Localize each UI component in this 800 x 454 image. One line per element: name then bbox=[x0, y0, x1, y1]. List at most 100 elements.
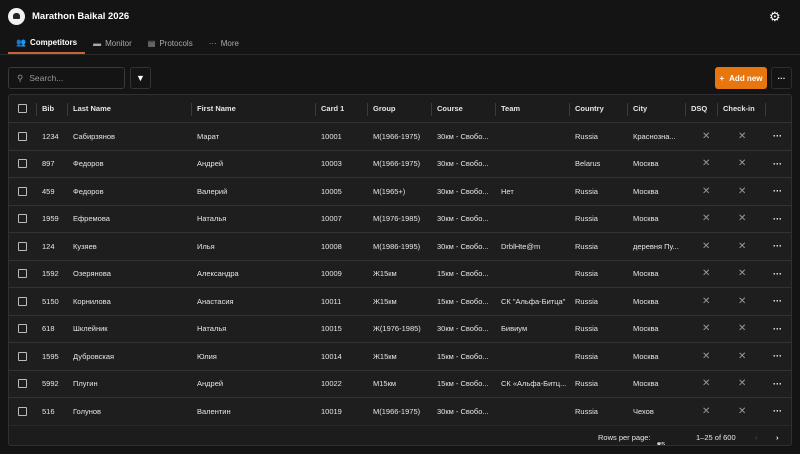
table-row[interactable]: 124 Кузяев Илья 10008 М(1986-1995) 30км - Сво… bbox=[9, 233, 791, 261]
dsq-x-icon[interactable]: ✕ bbox=[702, 178, 710, 205]
row-menu-icon[interactable]: ··· bbox=[773, 123, 782, 150]
table-row[interactable]: 459 Федоров Валерий 10005 М(1965+) 30км - Сво… bbox=[9, 178, 791, 206]
row-checkbox[interactable] bbox=[18, 233, 27, 260]
column-resizer[interactable] bbox=[765, 103, 766, 116]
row-menu-icon[interactable]: ··· bbox=[773, 206, 782, 233]
table-row[interactable]: 1234 Сабирзянов Марат 10001 М(1966-1975) 30км… bbox=[9, 123, 791, 151]
checkin-x-icon[interactable]: ✕ bbox=[738, 343, 746, 370]
table-row[interactable]: 1592 Озерянова Александра 10009 Ж15км 15км - … bbox=[9, 260, 791, 288]
add-new-button[interactable]: + Add new bbox=[715, 67, 767, 89]
row-checkbox[interactable] bbox=[18, 343, 27, 370]
row-menu-icon[interactable]: ··· bbox=[773, 371, 782, 398]
tab-competitors[interactable]: 👥 Competitors bbox=[8, 33, 86, 54]
checkin-x-icon[interactable]: ✕ bbox=[738, 206, 746, 233]
filter-button[interactable]: ▼ bbox=[130, 67, 151, 89]
column-resizer[interactable] bbox=[569, 103, 570, 116]
tab-monitor[interactable]: ▬ Monitor bbox=[85, 33, 140, 54]
row-checkbox[interactable] bbox=[18, 178, 27, 205]
row-menu-icon[interactable]: ··· bbox=[773, 233, 782, 260]
column-header[interactable]: Last Name bbox=[73, 95, 111, 122]
column-header[interactable]: Bib bbox=[42, 95, 54, 122]
settings-gear-icon[interactable]: ⚙ bbox=[769, 9, 781, 25]
table-row[interactable]: 5150 Корнилова Анастасия 10011 Ж15км 15км - С… bbox=[9, 288, 791, 316]
row-checkbox[interactable] bbox=[18, 261, 27, 288]
dsq-x-icon[interactable]: ✕ bbox=[702, 343, 710, 370]
column-header[interactable]: Country bbox=[575, 95, 604, 122]
prev-page-button[interactable]: ‹ bbox=[755, 433, 758, 442]
dsq-x-icon[interactable]: ✕ bbox=[702, 123, 710, 150]
more-actions-button[interactable]: ··· bbox=[771, 67, 792, 89]
column-header[interactable]: DSQ bbox=[691, 95, 707, 122]
column-resizer[interactable] bbox=[315, 103, 316, 116]
tab-protocols[interactable]: ▤ Protocols bbox=[140, 33, 201, 54]
table-row[interactable]: 618 Шклейник Наталья 10015 Ж(1976-1985) 30км … bbox=[9, 315, 791, 343]
checkin-x-icon[interactable]: ✕ bbox=[738, 288, 746, 315]
column-header[interactable]: First Name bbox=[197, 95, 236, 122]
column-resizer[interactable] bbox=[685, 103, 686, 116]
column-header[interactable]: Course bbox=[437, 95, 463, 122]
column-resizer[interactable] bbox=[191, 103, 192, 116]
table-cell: Ж15км bbox=[373, 296, 397, 306]
table-cell: Валерий bbox=[197, 186, 228, 196]
checkin-x-icon[interactable]: ✕ bbox=[738, 123, 746, 150]
table-row[interactable]: 5992 Плугин Андрей 10022 М15км 15км - Свобо..… bbox=[9, 370, 791, 398]
column-resizer[interactable] bbox=[431, 103, 432, 116]
checkin-x-icon[interactable]: ✕ bbox=[738, 371, 746, 398]
table-row[interactable]: 516 Голунов Валентин 10019 М(1966-1975) 30км … bbox=[9, 398, 791, 425]
column-resizer[interactable] bbox=[717, 103, 718, 116]
column-header[interactable]: Group bbox=[373, 95, 396, 122]
checkin-x-icon[interactable]: ✕ bbox=[738, 178, 746, 205]
search-input[interactable]: ⚲ Search... bbox=[8, 67, 125, 89]
document-icon: ▤ bbox=[147, 39, 156, 48]
dsq-x-icon[interactable]: ✕ bbox=[702, 371, 710, 398]
table-cell: деревня Пу... bbox=[633, 241, 679, 251]
table-cell: 10008 bbox=[321, 241, 342, 251]
row-checkbox[interactable] bbox=[18, 371, 27, 398]
checkin-x-icon[interactable]: ✕ bbox=[738, 233, 746, 260]
dsq-x-icon[interactable]: ✕ bbox=[702, 316, 710, 343]
dsq-x-icon[interactable]: ✕ bbox=[702, 288, 710, 315]
table-cell: 10001 bbox=[321, 131, 342, 141]
table-cell: Russia bbox=[575, 351, 598, 361]
row-menu-icon[interactable]: ··· bbox=[773, 316, 782, 343]
column-header[interactable]: Card 1 bbox=[321, 95, 344, 122]
column-resizer[interactable] bbox=[367, 103, 368, 116]
dsq-x-icon[interactable]: ✕ bbox=[702, 151, 710, 178]
row-checkbox[interactable] bbox=[18, 316, 27, 343]
tab-more[interactable]: ··· More bbox=[201, 33, 247, 54]
column-header[interactable]: Team bbox=[501, 95, 520, 122]
column-header[interactable]: City bbox=[633, 95, 647, 122]
row-menu-icon[interactable]: ··· bbox=[773, 261, 782, 288]
row-checkbox[interactable] bbox=[18, 398, 27, 425]
checkin-x-icon[interactable]: ✕ bbox=[738, 398, 746, 425]
next-page-button[interactable]: › bbox=[776, 433, 779, 442]
checkin-x-icon[interactable]: ✕ bbox=[738, 261, 746, 288]
row-menu-icon[interactable]: ··· bbox=[773, 343, 782, 370]
column-resizer[interactable] bbox=[627, 103, 628, 116]
table-row[interactable]: 897 Федоров Андрей 10003 М(1966-1975) 30км - … bbox=[9, 150, 791, 178]
dsq-x-icon[interactable]: ✕ bbox=[702, 261, 710, 288]
table-cell: Russia bbox=[575, 379, 598, 389]
dsq-x-icon[interactable]: ✕ bbox=[702, 206, 710, 233]
table-row[interactable]: 1595 Дубровская Юлия 10014 Ж15км 15км - Свобо… bbox=[9, 343, 791, 371]
row-checkbox[interactable] bbox=[18, 206, 27, 233]
row-menu-icon[interactable]: ··· bbox=[773, 151, 782, 178]
row-checkbox[interactable] bbox=[18, 288, 27, 315]
checkin-x-icon[interactable]: ✕ bbox=[738, 316, 746, 343]
checkin-x-icon[interactable]: ✕ bbox=[738, 151, 746, 178]
row-menu-icon[interactable]: ··· bbox=[773, 288, 782, 315]
row-checkbox[interactable] bbox=[18, 123, 27, 150]
dsq-x-icon[interactable]: ✕ bbox=[702, 398, 710, 425]
row-menu-icon[interactable]: ··· bbox=[773, 398, 782, 425]
column-resizer[interactable] bbox=[495, 103, 496, 116]
row-menu-icon[interactable]: ··· bbox=[773, 178, 782, 205]
row-checkbox[interactable] bbox=[18, 151, 27, 178]
column-resizer[interactable] bbox=[36, 103, 37, 116]
column-header[interactable]: Check-in bbox=[723, 95, 755, 122]
table-cell: 30км - Свобо... bbox=[437, 131, 489, 141]
select-all-checkbox[interactable] bbox=[18, 95, 27, 122]
column-resizer[interactable] bbox=[67, 103, 68, 116]
dsq-x-icon[interactable]: ✕ bbox=[702, 233, 710, 260]
table-body[interactable]: 1234 Сабирзянов Марат 10001 М(1966-1975) 30км… bbox=[9, 123, 791, 425]
table-row[interactable]: 1959 Ефремова Наталья 10007 М(1976-1985) 30км… bbox=[9, 205, 791, 233]
